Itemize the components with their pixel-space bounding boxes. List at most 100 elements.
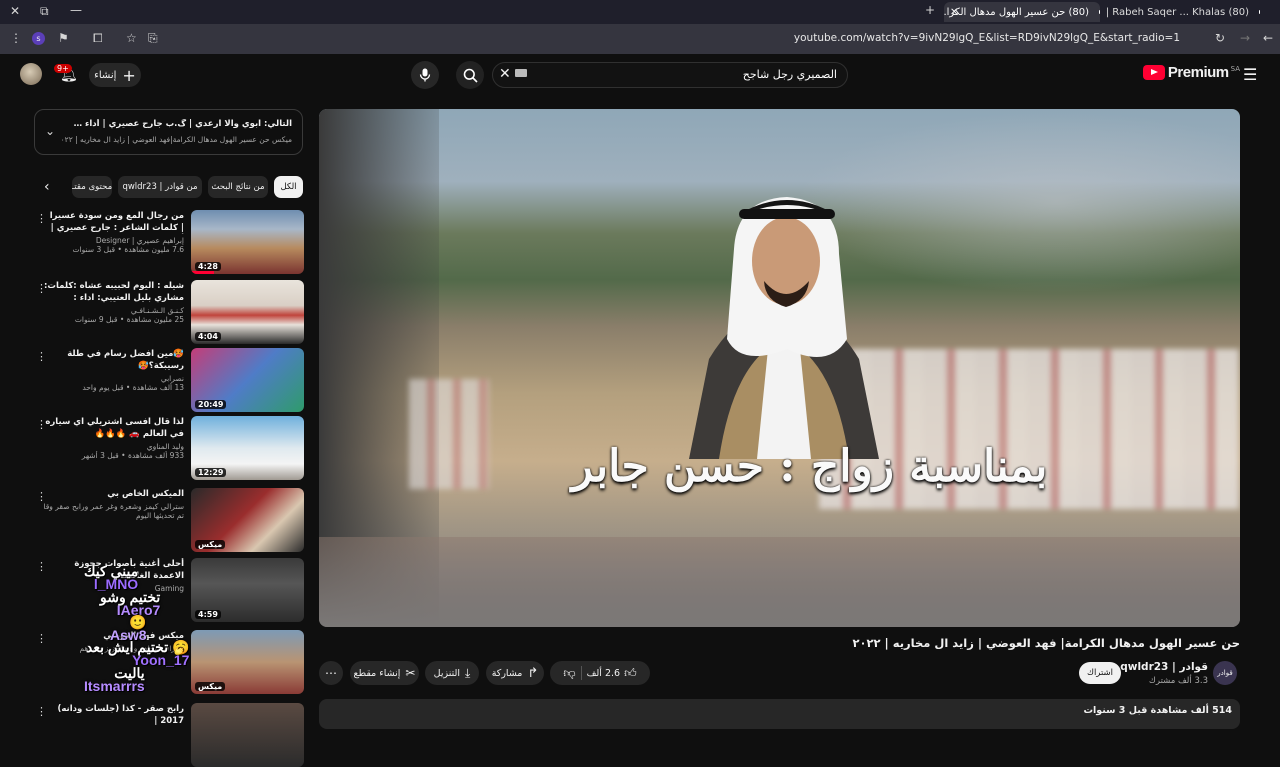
channel-subscriber-count: 3.3 ألف مشترك	[1148, 676, 1208, 686]
window-maximize-icon[interactable]: ⧉	[40, 5, 49, 17]
recommendation-channel: إبراهيم عصيري | Designer	[95, 236, 184, 245]
recommendation-meta: 🥵مين افضل رسام في طلة رسيبكة؟🥵 نصرابي 13 أ…	[44, 348, 184, 392]
duration-badge: 12:29	[195, 468, 227, 477]
share-icon: ↱	[527, 665, 539, 681]
create-button[interactable]: إنشاء +	[89, 63, 141, 87]
duration-badge: ميكس	[195, 540, 226, 549]
recommendation-channel: سترالي كيمز وشعرة وغر عمر ورابح صقر وقاش…	[44, 502, 184, 511]
chip-from-channel[interactable]: من قوادر | qwldr23	[118, 176, 202, 198]
chat-message: ميني كيك l_MNO	[84, 564, 138, 591]
chevron-down-icon[interactable]: ⌄	[45, 124, 55, 138]
player-background-ground	[319, 537, 1240, 627]
clear-search-icon[interactable]: ✕	[499, 66, 511, 82]
scissors-icon: ✂	[405, 666, 416, 680]
recommendation-item[interactable]: 4:28 من رجال المع ومن سودة عسيرا | كلمات …	[32, 210, 304, 274]
video-title: حن عسير الهول مدهال الكرامة| فهد العوضي …	[852, 636, 1240, 650]
playlist-panel[interactable]: التالي: ابوي والا ارعدي | گ.ب جارح عصيري…	[34, 109, 303, 155]
video-thumbnail[interactable]: ميكس	[191, 630, 304, 694]
download-button[interactable]: ⤓ التنزيل	[425, 661, 479, 685]
video-thumbnail[interactable]: 4:59	[191, 558, 304, 622]
more-vertical-icon[interactable]: ⋮	[36, 705, 47, 718]
more-vertical-icon[interactable]: ⋮	[36, 350, 47, 363]
browser-menu-icon[interactable]: ⋮	[10, 32, 22, 44]
chevron-left-icon[interactable]: ‹	[44, 179, 50, 195]
like-button[interactable]: 👍︎ 2.6 ألف	[587, 666, 637, 681]
youtube-premium-logo[interactable]: Premium SA	[1142, 64, 1240, 81]
profile-icon[interactable]: s	[32, 32, 45, 45]
recommendation-meta: الميكس الخاص بي سترالي كيمز وشعرة وغر عمر…	[44, 488, 184, 520]
back-icon[interactable]: ←	[1263, 32, 1273, 44]
search-button[interactable]	[456, 61, 484, 89]
thumbs-up-icon: 👍︎	[624, 665, 637, 680]
recommendation-meta: شيله : اليوم لحبيبه عشاه :كلمات: مشاري ب…	[44, 280, 184, 324]
window-minimize-icon[interactable]: —	[70, 4, 82, 16]
video-thumbnail[interactable]: 4:28	[191, 210, 304, 274]
chip-related[interactable]: محتوى مقتـ	[72, 176, 112, 198]
download-label: التنزيل	[433, 667, 461, 679]
recommendation-stats: تم تحديثها اليوم	[136, 511, 184, 520]
video-thumbnail[interactable]: 20:49	[191, 348, 304, 412]
forward-icon[interactable]: →	[1240, 32, 1250, 44]
window-close-icon[interactable]: ✕	[10, 5, 20, 17]
recommendation-stats: 25 مليون مشاهدة • قبل 9 سنوات	[74, 315, 184, 324]
hamburger-menu-icon[interactable]: ☰	[1243, 65, 1257, 84]
channel-name[interactable]: قوادر | qwldr23	[1120, 661, 1208, 673]
dislike-button[interactable]: 👎︎	[563, 666, 575, 681]
more-vertical-icon[interactable]: ⋮	[36, 560, 47, 573]
playlist-next-title: التالي: ابوي والا ارعدي | گ.ب جارح عصيري…	[72, 119, 292, 129]
clip-button[interactable]: ✂ إنشاء مقطع	[350, 661, 419, 685]
clip-label: إنشاء مقطع	[353, 667, 401, 679]
video-frame-person	[689, 197, 879, 459]
recommendation-item[interactable]: ميكس الميكس الخاص بي سترالي كيمز وشعرة وغر…	[32, 488, 304, 552]
notification-badge: 9+	[54, 64, 72, 73]
more-vertical-icon[interactable]: ⋮	[36, 212, 47, 225]
recommendation-item[interactable]: 4:04 شيله : اليوم لحبيبه عشاه :كلمات: مشا…	[32, 280, 304, 344]
more-vertical-icon[interactable]: ⋮	[36, 490, 47, 503]
recommendation-meta: من رجال المع ومن سودة عسيرا | كلمات الشا…	[44, 210, 184, 254]
more-vertical-icon[interactable]: ⋮	[36, 632, 47, 645]
recommendation-item[interactable]: 12:29 لذا قال افسى اشتريلي اي سياره في ال…	[32, 416, 304, 480]
extensions-icon[interactable]: ⚑	[58, 32, 69, 44]
download-icon: ⤓	[465, 665, 471, 680]
share-page-icon[interactable]: ⎘	[148, 32, 158, 44]
more-actions-button[interactable]: ⋯	[319, 661, 343, 685]
tab-current-video[interactable]: (80) حن عسير الهول مدهال الكرا... ✕	[944, 2, 1100, 22]
share-button[interactable]: ↱ مشاركة	[486, 661, 544, 685]
keyboard-icon[interactable]	[515, 69, 527, 77]
subscribe-button[interactable]: اشتراك	[1079, 662, 1121, 684]
like-dislike-group: 👍︎ 2.6 ألف 👎︎	[550, 661, 650, 685]
channel-avatar[interactable]: قوادر	[1213, 661, 1237, 685]
search-icon	[463, 68, 478, 83]
description-box[interactable]: 514 ألف مشاهدة قبل 3 سنوات	[319, 699, 1240, 729]
more-vertical-icon[interactable]: ⋮	[36, 418, 47, 431]
more-vertical-icon[interactable]: ⋮	[36, 282, 47, 295]
url-field[interactable]: youtube.com/watch?v=9ivN29lgQ_E&list=RD9…	[794, 32, 1180, 44]
recommendation-stats: 7.6 مليون مشاهدة • قبل 3 سنوات	[72, 245, 184, 254]
avatar[interactable]	[20, 63, 42, 85]
video-thumbnail[interactable]	[191, 703, 304, 767]
like-divider	[580, 666, 582, 680]
video-thumbnail[interactable]: ميكس	[191, 488, 304, 552]
recommendation-item[interactable]: رابح صقر - كذا (جلسات ودانه) 2017 | ⋮	[32, 703, 304, 767]
video-thumbnail[interactable]: 12:29	[191, 416, 304, 480]
recommendation-stats: 933 ألف مشاهدة • قبل 3 أشهر	[81, 451, 184, 460]
plus-icon: +	[122, 65, 136, 85]
reload-icon[interactable]: ↻	[1215, 32, 1225, 44]
chip-all[interactable]: الكل	[274, 176, 303, 198]
tab-rabeh-saqer[interactable]: (80) Rabeh Saqer ... Khalas | ص	[1104, 2, 1260, 22]
create-label: إنشاء	[94, 69, 117, 81]
recommendation-channel: نصرابي	[160, 374, 184, 383]
tab-close-icon[interactable]: ✕	[950, 7, 958, 18]
watch-progress-bar	[191, 271, 214, 274]
recommendation-item[interactable]: 20:49 🥵مين افضل رسام في طلة رسيبكة؟🥵 نصراب…	[32, 348, 304, 412]
search-input[interactable]: ✕ الصميري رجل شاجح	[492, 62, 848, 88]
new-tab-icon[interactable]: +	[925, 4, 935, 16]
recommendation-item[interactable]: 4:59 أحلى أغنية بأصوات جحوزة الاعمدة الغا…	[32, 558, 304, 622]
chip-from-search[interactable]: من نتائج البحث	[208, 176, 268, 198]
browser-tab-strip: ✕ ⧉ — + (80) حن عسير الهول مدهال الكرا..…	[0, 0, 1280, 24]
video-player[interactable]: بمناسبة زواج : حسن جابر	[319, 109, 1240, 627]
bookmark-star-icon[interactable]: ☆	[126, 32, 137, 44]
puzzle-icon[interactable]: ⧠	[93, 32, 103, 44]
voice-search-button[interactable]	[411, 61, 439, 89]
video-thumbnail[interactable]: 4:04	[191, 280, 304, 344]
